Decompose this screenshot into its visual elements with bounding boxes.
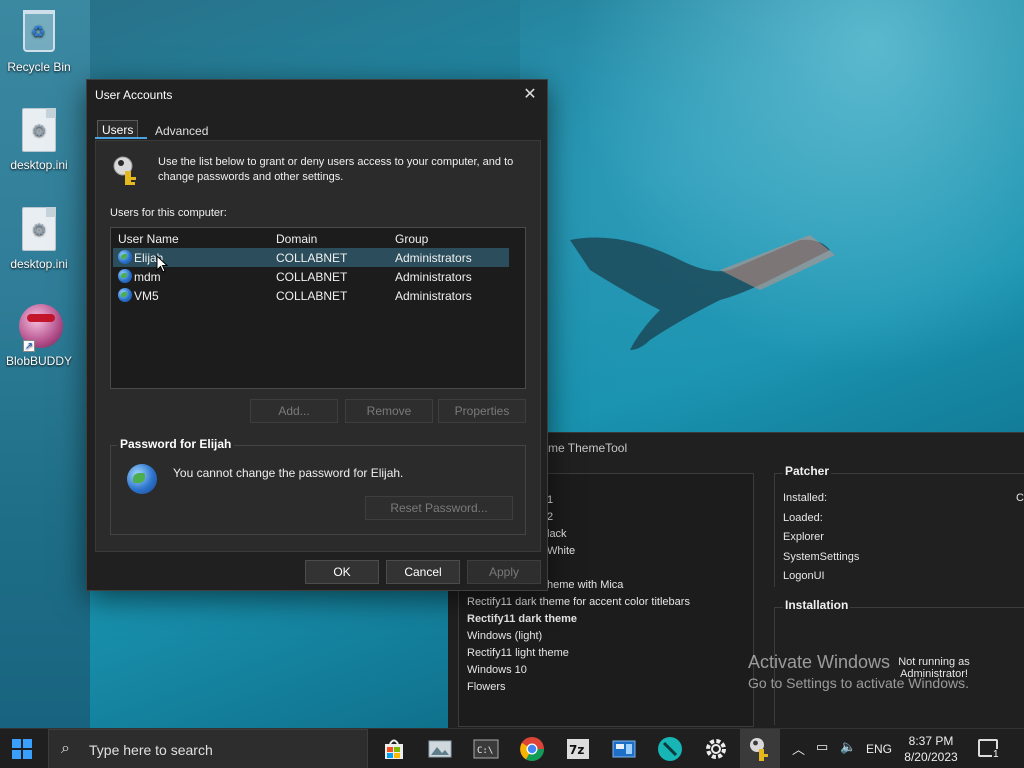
patcher-status-truncated: C — [1016, 492, 1024, 504]
windows-start-icon[interactable] — [12, 739, 32, 759]
domain-cell: COLLABNET — [276, 270, 348, 284]
users-listview[interactable]: User Name Domain Group Elijah COLLABNET … — [110, 227, 526, 389]
desktop-icon-label: BlobBUDDY — [5, 354, 73, 368]
reset-password-button[interactable]: Reset Password... — [365, 496, 513, 520]
table-row[interactable]: VM5 COLLABNET Administrators — [113, 286, 509, 305]
patcher-title: Patcher — [783, 464, 832, 478]
activation-line-1: Activate Windows — [748, 652, 891, 672]
user-accounts-dialog[interactable]: User Accounts ✕ Users Advanced Use the l… — [86, 79, 548, 591]
close-icon[interactable]: ✕ — [519, 84, 541, 106]
search-icon: ⌕ — [61, 740, 70, 757]
store-icon[interactable] — [380, 735, 408, 763]
patcher-row: LogonUI — [783, 570, 825, 582]
pen-app-icon[interactable] — [656, 735, 684, 763]
language-indicator[interactable]: ENG — [866, 742, 892, 756]
table-row[interactable]: Elijah COLLABNET Administrators — [113, 248, 509, 267]
theme-tool-title: me ThemeTool — [548, 441, 628, 455]
patcher-row: Installed: — [783, 492, 828, 504]
password-message: You cannot change the password for Elija… — [173, 466, 404, 480]
password-group: Password for Elijah You cannot change th… — [110, 437, 526, 535]
clock-time: 8:37 PM — [908, 734, 954, 748]
desktop-icon-desktop-ini-2[interactable]: ⚙ desktop.ini — [0, 207, 78, 271]
globe-icon — [118, 269, 132, 283]
theme-item[interactable]: lack — [547, 528, 567, 540]
wallpaper-diver — [570, 235, 835, 350]
key-icon — [113, 156, 136, 185]
group-cell: Administrators — [395, 251, 472, 265]
tab-active-indicator — [95, 137, 147, 139]
desktop-icon-blobbuddy[interactable]: ↗ BlobBUDDY — [0, 304, 78, 368]
users-list-label: Users for this computer: — [110, 207, 227, 219]
remove-user-button[interactable]: Remove — [345, 399, 433, 423]
svg-text:C:\: C:\ — [477, 746, 493, 756]
control-panel-icon[interactable] — [610, 735, 638, 763]
terminal-icon[interactable]: C:\ — [472, 735, 500, 763]
theme-item[interactable]: Rectify11 dark theme — [467, 613, 577, 625]
patcher-row: Explorer — [783, 531, 824, 543]
theme-item[interactable]: Flowers — [467, 681, 506, 693]
recycle-bin-icon: ♻ — [23, 10, 55, 52]
user-name-cell: VM5 — [134, 289, 159, 303]
desktop-icon-recycle-bin[interactable]: ♻ Recycle Bin — [0, 10, 78, 74]
ini-file-icon: ⚙ — [22, 108, 56, 152]
tab-label: Users — [102, 123, 134, 137]
shortcut-arrow-icon: ↗ — [23, 340, 35, 352]
patcher-row: Loaded: — [783, 512, 823, 524]
taskbar-search-box[interactable]: ⌕ Type here to search — [48, 729, 368, 768]
search-placeholder: Type here to search — [89, 742, 213, 758]
desktop-icon-label: desktop.ini — [10, 257, 68, 271]
domain-cell: COLLABNET — [276, 289, 348, 303]
clock-date: 8/20/2023 — [904, 750, 958, 764]
settings-icon[interactable] — [702, 735, 730, 763]
domain-cell: COLLABNET — [276, 251, 348, 265]
users-tab-panel: Use the list below to grant or deny user… — [95, 140, 541, 552]
network-icon[interactable]: ▭ — [816, 739, 828, 755]
globe-icon — [118, 250, 132, 264]
taskbar: ⌕ Type here to search C:\ 7z ︿ ▭ 🔈 ENG 8… — [0, 728, 1024, 768]
photos-icon[interactable] — [426, 735, 454, 763]
dialog-title: User Accounts — [95, 88, 173, 102]
desktop-icon-desktop-ini-1[interactable]: ⚙ desktop.ini — [0, 108, 78, 172]
installation-title: Installation — [783, 598, 851, 612]
password-group-title: Password for Elijah — [117, 437, 235, 451]
table-row[interactable]: mdm COLLABNET Administrators — [113, 267, 509, 286]
notification-count-badge: 1 — [992, 749, 1000, 760]
desktop-icon-label: Recycle Bin — [7, 60, 71, 74]
tab-label: Advanced — [155, 124, 209, 138]
patcher-row: SystemSettings — [783, 551, 860, 563]
apply-button[interactable]: Apply — [467, 560, 541, 584]
theme-item[interactable]: White — [547, 545, 575, 557]
theme-item[interactable]: heme with Mica — [547, 579, 623, 591]
chrome-icon[interactable] — [518, 735, 546, 763]
activation-line-2: Go to Settings to activate Windows. — [748, 675, 969, 691]
desktop-icon-label: desktop.ini — [10, 158, 68, 172]
taskbar-clock[interactable]: 8:37 PM 8/20/2023 — [896, 733, 966, 765]
volume-icon[interactable]: 🔈 — [840, 739, 856, 755]
ok-button[interactable]: OK — [305, 560, 379, 584]
cancel-button[interactable]: Cancel — [386, 560, 460, 584]
column-header-domain[interactable]: Domain — [276, 232, 317, 246]
theme-item[interactable]: Rectify11 light theme — [467, 647, 569, 659]
theme-item[interactable]: Windows (light) — [467, 630, 542, 642]
group-cell: Administrators — [395, 270, 472, 284]
7zip-icon[interactable]: 7z — [564, 735, 592, 763]
theme-item[interactable]: Rectify11 dark theme for accent color ti… — [467, 596, 690, 608]
mouse-cursor-icon — [156, 255, 168, 273]
user-accounts-icon[interactable] — [746, 735, 774, 763]
globe-icon — [127, 464, 157, 494]
svg-text:7z: 7z — [569, 743, 584, 757]
group-cell: Administrators — [395, 289, 472, 303]
globe-icon — [118, 288, 132, 302]
column-header-group[interactable]: Group — [395, 232, 428, 246]
theme-item[interactable]: Windows 10 — [467, 664, 527, 676]
properties-button[interactable]: Properties — [438, 399, 526, 423]
intro-text: Use the list below to grant or deny user… — [158, 156, 514, 183]
chevron-up-icon[interactable]: ︿ — [792, 739, 805, 758]
tab-advanced[interactable]: Advanced — [151, 122, 212, 140]
activation-watermark: Activate Windows Go to Settings to activ… — [748, 652, 969, 691]
ini-file-icon: ⚙ — [22, 207, 56, 251]
column-header-user-name[interactable]: User Name — [118, 232, 179, 246]
add-user-button[interactable]: Add... — [250, 399, 338, 423]
patcher-group: Patcher Installed: Loaded: Explorer Syst… — [774, 464, 1024, 587]
